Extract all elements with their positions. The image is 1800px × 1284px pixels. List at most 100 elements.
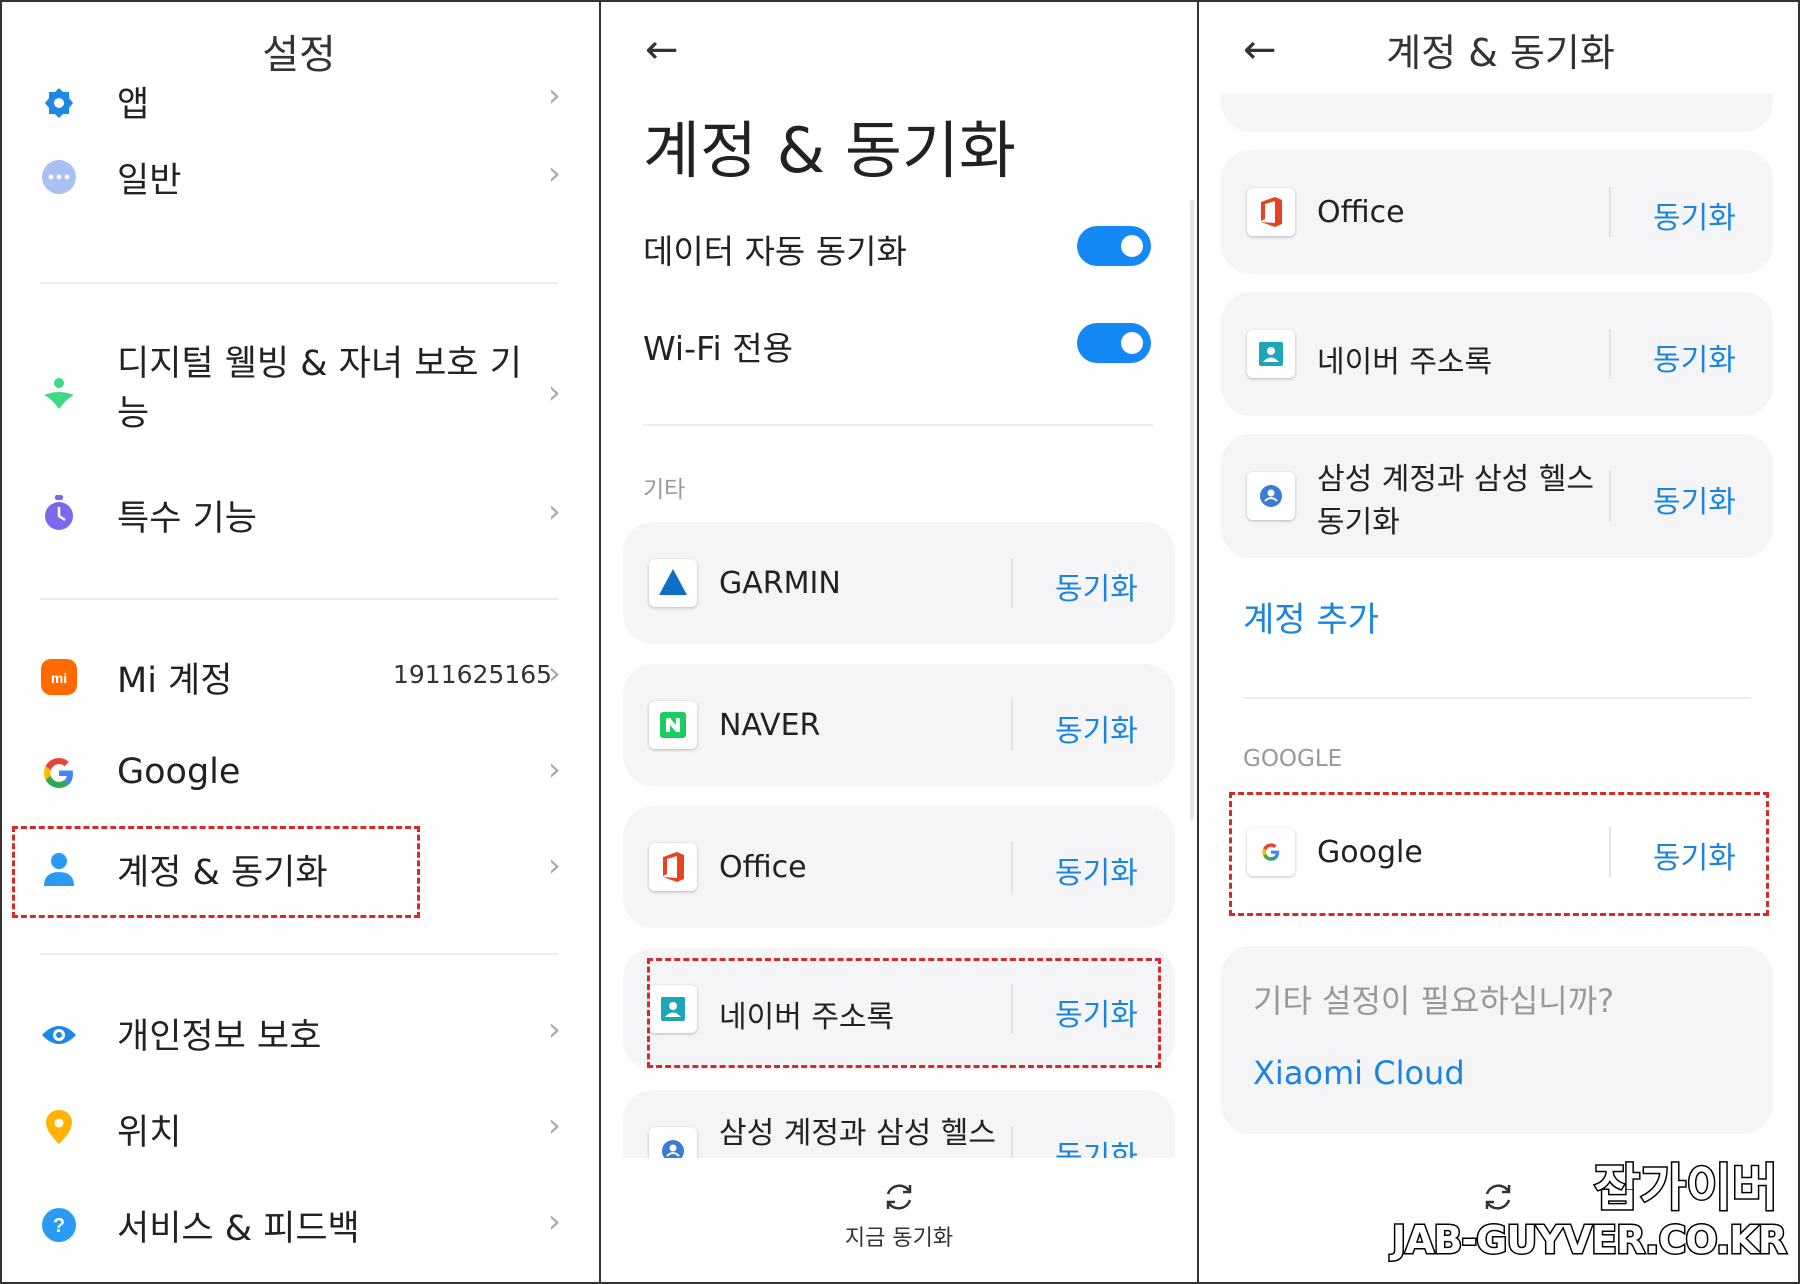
account-card-samsung[interactable]: 삼성 계정과 삼성 헬스 동기화	[623, 1090, 1175, 1158]
sync-now-label: 지금 동기화	[844, 1226, 954, 1251]
watermark-url: JAB-GUYVER.CO.KR	[1390, 1217, 1788, 1264]
back-arrow-icon[interactable]: ←	[645, 30, 679, 70]
xiaomi-cloud-link[interactable]: Xiaomi Cloud	[1253, 1054, 1465, 1092]
google-icon	[44, 758, 73, 788]
sync-now-button[interactable]: 지금 동기화	[799, 1180, 999, 1252]
section-header-google: GOOGLE	[1243, 746, 1343, 772]
settings-item-service-feedback[interactable]: ? 서비스 & 피드백 ›	[0, 1200, 598, 1284]
accessibility-icon	[45, 495, 73, 530]
chevron-right-icon: ›	[548, 1106, 561, 1144]
list-clip: 삼성 계정과 삼성 헬스 동기화	[601, 1090, 1196, 1158]
account-name: 삼성 계정과 삼성 헬스	[719, 1116, 997, 1151]
add-account-link[interactable]: 계정 추가	[1243, 592, 1379, 641]
divider	[40, 282, 558, 284]
settings-item-label: Google	[117, 752, 241, 792]
chevron-right-icon: ›	[548, 846, 561, 884]
chevron-right-icon: ›	[548, 154, 561, 192]
settings-item-digital-wellbeing[interactable]: 디지털 웰빙 & 자녀 보호 기 능 ›	[0, 335, 598, 445]
sync-button[interactable]: 동기화	[1055, 564, 1138, 608]
scrollbar[interactable]	[1190, 200, 1194, 820]
settings-item-label: 디지털 웰빙 & 자녀 보호 기	[117, 344, 522, 384]
settings-item-label-continued: 능	[117, 394, 150, 434]
samsung-icon	[649, 1127, 697, 1158]
samsung-icon	[1247, 472, 1295, 520]
account-name: Office	[719, 850, 807, 885]
wifi-only-toggle[interactable]	[1077, 323, 1151, 363]
account-card-office[interactable]: Office 동기화	[1221, 150, 1773, 274]
settings-item-label: 일반	[117, 161, 182, 201]
sync-button[interactable]: 동기화	[1055, 706, 1138, 750]
settings-item-general[interactable]: 일반 ›	[0, 152, 598, 242]
separator	[1011, 1126, 1013, 1158]
chevron-right-icon: ›	[548, 76, 561, 114]
settings-item-apps[interactable]: 앱 ›	[0, 62, 598, 152]
chevron-right-icon: ›	[548, 1202, 561, 1240]
chevron-right-icon: ›	[548, 492, 561, 530]
chevron-right-icon: ›	[548, 750, 561, 788]
garmin-icon	[649, 559, 697, 607]
settings-item-mi-account[interactable]: mi Mi 계정 1911625165 ›	[0, 652, 598, 742]
mi-account-id: 1911625165	[393, 660, 553, 689]
account-card-naver[interactable]: NAVER 동기화	[623, 664, 1175, 786]
settings-item-google[interactable]: Google ›	[0, 748, 598, 838]
naver-icon	[649, 701, 697, 749]
highlight-box	[1229, 792, 1769, 916]
account-card-samsung[interactable]: 삼성 계정과 삼성 헬스 동기화 동기화	[1221, 434, 1773, 558]
divider	[40, 953, 558, 955]
account-card-office[interactable]: Office 동기화	[623, 806, 1175, 928]
help-icon: ?	[42, 1208, 76, 1242]
separator	[1011, 700, 1013, 750]
divider	[1243, 697, 1751, 699]
wellbeing-icon	[44, 378, 74, 409]
settings-item-label: 서비스 & 피드백	[117, 1209, 360, 1249]
settings-panel: 설정 앱 › 일반 › 디지털 웰빙 & 자녀 보호 기 능 › 특수 기능 ›…	[0, 0, 598, 1284]
sync-button[interactable]: 동기화	[1653, 335, 1736, 379]
contacts-icon	[1247, 330, 1295, 378]
more-icon	[42, 160, 76, 194]
separator	[1011, 842, 1013, 892]
separator	[1609, 329, 1611, 379]
highlight-box	[12, 826, 420, 918]
settings-item-privacy[interactable]: 개인정보 보호 ›	[0, 1008, 598, 1098]
watermark-logo: 잡가이버	[1593, 1158, 1780, 1219]
other-settings-card: 기타 설정이 필요하십니까? Xiaomi Cloud	[1221, 946, 1773, 1134]
account-name-continued: 동기화	[1317, 505, 1400, 540]
sync-button[interactable]: 동기화	[1653, 477, 1736, 521]
refresh-icon	[1485, 1184, 1511, 1210]
sync-button[interactable]: 동기화	[1055, 848, 1138, 892]
settings-item-location[interactable]: 위치 ›	[0, 1104, 598, 1194]
settings-item-accessibility[interactable]: 특수 기능 ›	[0, 490, 598, 580]
section-header-other: 기타	[643, 477, 686, 503]
office-icon	[1247, 188, 1295, 236]
chevron-right-icon: ›	[548, 1010, 561, 1048]
account-card-garmin[interactable]: GARMIN 동기화	[623, 522, 1175, 644]
divider	[40, 598, 558, 600]
separator	[1609, 471, 1611, 521]
mi-icon: mi	[41, 659, 77, 695]
auto-sync-toggle[interactable]	[1077, 226, 1151, 266]
other-settings-question: 기타 설정이 필요하십니까?	[1253, 982, 1615, 1020]
refresh-icon	[886, 1184, 912, 1210]
account-name: Office	[1317, 195, 1405, 230]
eye-icon	[42, 1026, 76, 1044]
svg-text:mi: mi	[51, 670, 67, 686]
account-name: 삼성 계정과 삼성 헬스	[1317, 462, 1595, 497]
settings-item-label: Mi 계정	[117, 661, 233, 701]
account-card-naver-contacts[interactable]: 네이버 주소록 동기화	[1221, 292, 1773, 416]
separator	[1011, 558, 1013, 608]
settings-item-label: 앱	[117, 85, 150, 125]
settings-item-label: 특수 기능	[117, 499, 257, 539]
gear-icon	[45, 88, 73, 118]
accounts-sync-panel: ← 계정 & 동기화 데이터 자동 동기화 Wi-Fi 전용 기타 GARMIN…	[599, 0, 1196, 1284]
sync-button[interactable]: 동기화	[1653, 193, 1736, 237]
location-icon	[46, 1110, 72, 1144]
page-title: 계정 & 동기화	[1386, 31, 1615, 75]
sync-button[interactable]: 동기화	[1055, 1132, 1138, 1158]
toggle-label-wifi-only: Wi-Fi 전용	[643, 329, 793, 368]
sync-now-button[interactable]	[1481, 1180, 1515, 1218]
account-name: GARMIN	[719, 566, 841, 601]
settings-item-label: 위치	[117, 1113, 182, 1153]
account-name: 네이버 주소록	[1317, 345, 1493, 380]
highlight-box	[647, 958, 1161, 1068]
settings-item-label: 개인정보 보호	[117, 1017, 322, 1057]
